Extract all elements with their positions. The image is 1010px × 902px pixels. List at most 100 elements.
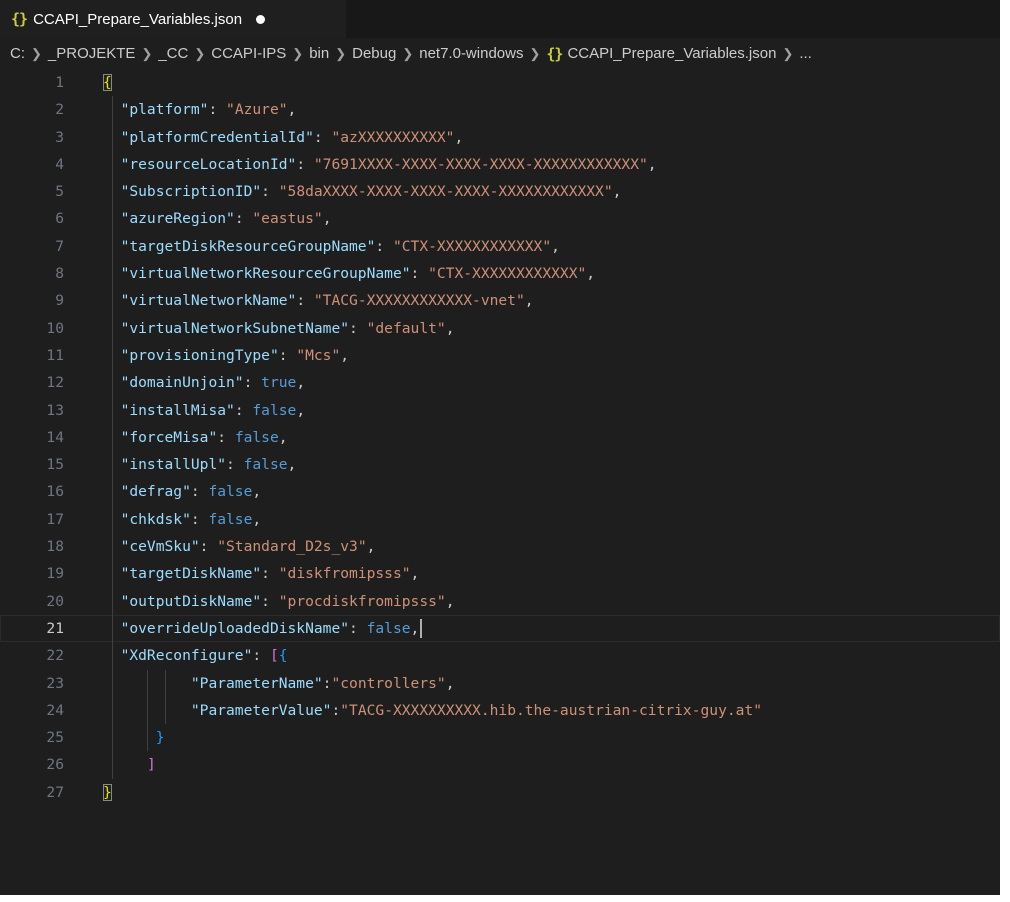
code-line[interactable]: 1{ bbox=[0, 69, 1000, 96]
code-content: "overrideUploadedDiskName": false, bbox=[103, 615, 423, 642]
code-line[interactable]: 22 "XdReconfigure": [{ bbox=[0, 642, 1000, 670]
comma: , bbox=[524, 292, 534, 310]
open-brace: { bbox=[278, 647, 288, 665]
code-line[interactable]: 11 "provisioningType": "Mcs", bbox=[0, 341, 1000, 370]
json-file-icon: {} bbox=[11, 10, 28, 28]
text-cursor bbox=[420, 619, 423, 639]
line-number: 9 bbox=[55, 292, 64, 310]
code-line[interactable]: 19 "targetDiskName": "diskfromipsss", bbox=[0, 560, 1000, 588]
comma: , bbox=[445, 319, 455, 337]
breadcrumb-debug[interactable]: Debug bbox=[352, 45, 396, 62]
punctuation bbox=[103, 156, 121, 173]
comma: , bbox=[612, 183, 622, 201]
code-line[interactable]: 7 "targetDiskResourceGroupName": "CTX-XX… bbox=[0, 232, 1000, 261]
comma: , bbox=[445, 592, 455, 610]
breadcrumb-projekte[interactable]: _PROJEKTE bbox=[48, 45, 136, 62]
code-line[interactable]: 2 "platform": "Azure", bbox=[0, 96, 1000, 124]
breadcrumb-drive[interactable]: C: bbox=[10, 45, 25, 62]
punctuation bbox=[103, 374, 121, 391]
json-value: false bbox=[252, 401, 297, 419]
comma: , bbox=[366, 538, 376, 556]
json-value: "TACG-XXXXXXXXXX.hib.the-austrian-citrix… bbox=[340, 701, 763, 719]
line-number: 18 bbox=[46, 538, 64, 556]
comma: , bbox=[287, 456, 297, 474]
punctuation bbox=[103, 210, 121, 227]
code-line[interactable]: 9 "virtualNetworkName": "TACG-XXXXXXXXXX… bbox=[0, 287, 1000, 315]
json-key: "resourceLocationId" bbox=[120, 155, 297, 173]
code-line[interactable]: 15 "installUpl": false, bbox=[0, 451, 1000, 479]
punctuation bbox=[103, 320, 121, 337]
breadcrumb-ccapi-ips[interactable]: CCAPI-IPS bbox=[211, 45, 286, 62]
json-value: "CTX-XXXXXXXXXXXX" bbox=[392, 237, 552, 255]
code-content: "outputDiskName": "procdiskfromipsss", bbox=[103, 588, 455, 615]
punctuation bbox=[103, 402, 121, 419]
line-number: 17 bbox=[46, 510, 64, 528]
chevron-right-icon: ❯ bbox=[529, 45, 541, 61]
code-line[interactable]: 24 "ParameterValue":"TACG-XXXXXXXXXX.hib… bbox=[0, 696, 1000, 725]
line-number: 15 bbox=[46, 456, 64, 474]
json-value: "Mcs" bbox=[296, 346, 341, 364]
line-number: 20 bbox=[46, 592, 64, 610]
line-number: 26 bbox=[46, 756, 64, 774]
code-content: "targetDiskName": "diskfromipsss", bbox=[103, 560, 420, 587]
code-line[interactable]: 6 "azureRegion": "eastus", bbox=[0, 205, 1000, 233]
breadcrumb-bin[interactable]: bin bbox=[309, 45, 329, 62]
code-content: "virtualNetworkName": "TACG-XXXXXXXXXXXX… bbox=[103, 287, 534, 314]
punctuation: : bbox=[243, 374, 262, 392]
code-content: } bbox=[103, 779, 112, 806]
code-line[interactable]: 13 "installMisa": false, bbox=[0, 396, 1000, 424]
code-line[interactable]: 26 ] bbox=[0, 751, 1000, 779]
code-content: "virtualNetworkResourceGroupName": "CTX-… bbox=[103, 260, 595, 287]
close-brace: } bbox=[155, 729, 165, 747]
punctuation: : bbox=[208, 101, 227, 119]
line-number: 27 bbox=[46, 783, 64, 801]
chevron-right-icon: ❯ bbox=[141, 45, 153, 61]
comma: , bbox=[647, 155, 657, 173]
code-line[interactable]: 25 } bbox=[0, 724, 1000, 752]
code-line[interactable]: 17 "chkdsk": false, bbox=[0, 505, 1000, 534]
json-value: "CTX-XXXXXXXXXXXX" bbox=[428, 265, 587, 283]
code-line[interactable]: 8 "virtualNetworkResourceGroupName": "CT… bbox=[0, 260, 1000, 288]
code-line[interactable]: 21 "overrideUploadedDiskName": false, bbox=[0, 614, 1000, 643]
code-content: ] bbox=[103, 751, 156, 778]
breadcrumb: C: ❯ _PROJEKTE ❯ _CC ❯ CCAPI-IPS ❯ bin ❯… bbox=[0, 38, 1000, 69]
close-brace: } bbox=[103, 783, 112, 801]
breadcrumb-file[interactable]: CCAPI_Prepare_Variables.json bbox=[567, 45, 776, 62]
code-line[interactable]: 16 "defrag": false, bbox=[0, 478, 1000, 506]
json-value: false bbox=[234, 428, 279, 446]
punctuation: : bbox=[410, 265, 429, 283]
code-line[interactable]: 5 "SubscriptionID": "58daXXXX-XXXX-XXXX-… bbox=[0, 178, 1000, 206]
comma: , bbox=[296, 374, 306, 392]
punctuation: : bbox=[217, 428, 235, 446]
tab-ccapi-prepare-variables[interactable]: {} CCAPI_Prepare_Variables.json bbox=[0, 0, 346, 38]
line-number: 6 bbox=[55, 210, 64, 228]
code-content: "provisioningType": "Mcs", bbox=[103, 342, 349, 369]
punctuation bbox=[103, 101, 121, 118]
unsaved-dot-icon[interactable] bbox=[256, 14, 266, 24]
code-line[interactable]: 14 "forceMisa": false, bbox=[0, 423, 1000, 452]
breadcrumb-net7[interactable]: net7.0-windows bbox=[419, 45, 523, 62]
code-line[interactable]: 23 "ParameterName":"controllers", bbox=[0, 669, 1000, 697]
breadcrumb-symbols[interactable]: ... bbox=[799, 45, 812, 62]
code-line[interactable]: 12 "domainUnjoin": true, bbox=[0, 369, 1000, 397]
json-key: "virtualNetworkSubnetName" bbox=[120, 319, 350, 337]
code-line[interactable]: 18 "ceVmSku": "Standard_D2s_v3", bbox=[0, 533, 1000, 561]
punctuation: : bbox=[261, 592, 279, 610]
json-key: "forceMisa" bbox=[120, 428, 218, 446]
punctuation: : bbox=[190, 510, 209, 528]
line-number: 12 bbox=[46, 374, 64, 392]
code-line[interactable]: 10 "virtualNetworkSubnetName": "default"… bbox=[0, 314, 1000, 342]
code-editor[interactable]: 1{2 "platform": "Azure", 3 "platformCrede… bbox=[0, 69, 1000, 895]
open-bracket: [ bbox=[269, 647, 279, 665]
code-line[interactable]: 3 "platformCredentialId": "azXXXXXXXXXX"… bbox=[0, 123, 1000, 151]
code-line[interactable]: 4 "resourceLocationId": "7691XXXX-XXXX-X… bbox=[0, 150, 1000, 179]
line-number: 10 bbox=[46, 319, 64, 337]
json-value: "controllers" bbox=[331, 674, 446, 692]
comma: , bbox=[410, 565, 420, 583]
json-value: "eastus" bbox=[252, 210, 323, 228]
punctuation: : bbox=[261, 183, 279, 201]
code-line[interactable]: 27} bbox=[0, 779, 1000, 806]
breadcrumb-cc[interactable]: _CC bbox=[158, 45, 188, 62]
json-value: "TACG-XXXXXXXXXXXX-vnet" bbox=[313, 292, 525, 310]
code-line[interactable]: 20 "outputDiskName": "procdiskfromipsss"… bbox=[0, 587, 1000, 615]
